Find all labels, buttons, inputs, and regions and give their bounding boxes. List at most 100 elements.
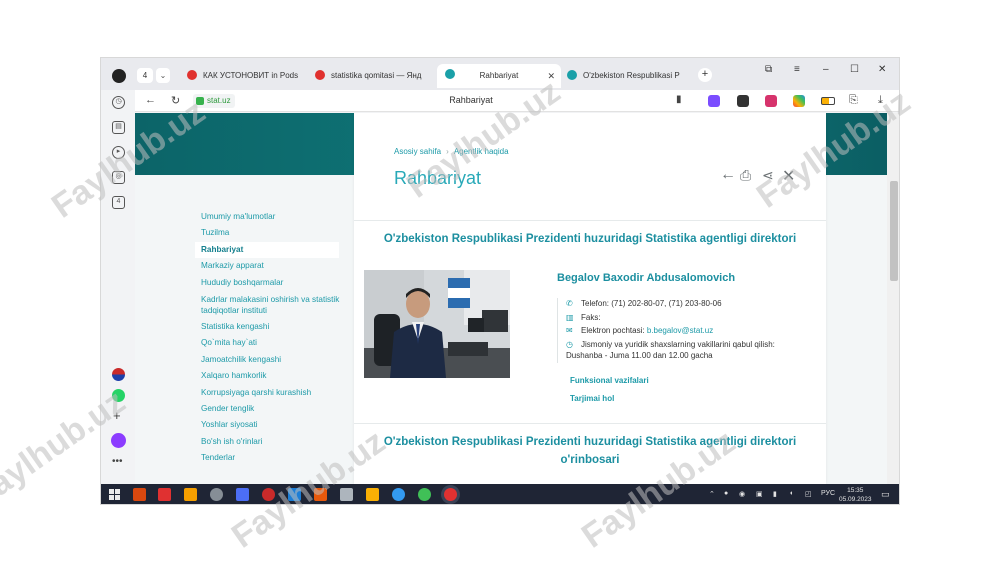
uk-flag-icon[interactable] [112,368,125,381]
screenshot-icon[interactable]: ⎘ [849,94,858,107]
menu-icon[interactable]: ≡ [794,64,800,75]
notifications-icon[interactable]: ▭ [881,489,890,500]
add-panel-plus-icon[interactable]: + [113,408,121,423]
app-icon-6[interactable] [262,488,275,501]
app-icon-1[interactable] [133,488,146,501]
language-indicator[interactable]: РУС [821,490,835,497]
nav-gender[interactable]: Gender tenglik [201,401,351,417]
stat-favicon-icon [567,69,577,80]
deputy-heading: O'zbekiston Respublikasi Prezidenti huzu… [383,436,797,466]
url-field[interactable]: stat.uz [193,94,235,108]
address-page-title: Rahbariyat [449,95,493,105]
app-icon-9[interactable] [340,488,353,501]
breadcrumb-agentlik[interactable]: Agentlik haqida [454,147,509,156]
battery-icon[interactable] [821,97,835,105]
tab-podskazka[interactable]: КАК УСТОНОВИТ in Pods [187,64,299,88]
collections-side-icon[interactable]: ▤ [112,121,125,134]
extension-purple-icon[interactable] [708,95,720,107]
microphone-icon[interactable]: ▮ [773,490,777,498]
reload-icon[interactable]: ↻ [171,94,180,107]
volume-icon[interactable]: ◖ [789,490,793,497]
screen-cast-icon[interactable]: ◎ [112,171,125,184]
collections-icon[interactable]: ⧉ [765,64,772,75]
address-bar: ← ↻ stat.uz Rahbariyat ▮ ⎘ ⤓ [101,90,899,112]
app-icon-4[interactable] [210,488,223,501]
back-arrow-icon[interactable]: ← [720,166,736,184]
word-icon[interactable] [288,488,301,501]
windows-start-icon[interactable] [109,489,120,500]
network-icon[interactable]: ◰ [805,490,812,498]
nav-tenderlar[interactable]: Tenderlar [201,450,351,466]
tab-count-badge[interactable]: 4 [137,68,153,83]
chrome-icon[interactable] [418,488,431,501]
email-row: ✉ Elektron pochtasi: b.begalov@stat.uz [566,326,714,335]
nav-markaziy-apparat[interactable]: Markaziy apparat [201,258,351,274]
reception-row: ◷ Jismoniy va yuridik shaxslarning vakill… [566,339,775,360]
bookmark-icon[interactable]: ▮ [676,94,682,105]
nav-rahbariyat[interactable]: Rahbariyat [195,241,339,259]
print-icon[interactable]: ⎙ [740,167,751,184]
whatsapp-icon[interactable] [112,389,125,402]
director-name: Begalov Baxodir Abdusalomovich [557,272,736,284]
extension-badge-icon[interactable] [765,95,777,107]
functional-duties-link[interactable]: Funksional vazifalari [570,376,649,385]
more-dots-icon[interactable]: ••• [112,456,123,467]
close-tab-icon[interactable]: ✕ [547,64,555,88]
nav-jamoatchilik[interactable]: Jamoatchilik kengashi [201,352,351,368]
director-photo [364,270,510,378]
powerpoint-icon[interactable] [314,488,327,501]
scrollbar-thumb[interactable] [890,181,898,281]
tray-app-icon[interactable]: ◉ [739,490,745,498]
new-tab-plus-icon[interactable]: + [698,68,712,82]
chevron-down-icon[interactable]: ⌄ [156,68,170,83]
close-icon[interactable]: ✕ [782,166,795,186]
extension-colorful-icon[interactable] [793,95,805,107]
back-arrow-icon[interactable]: ← [145,94,156,106]
history-icon[interactable]: ◷ [112,96,125,109]
app-icon-5[interactable] [236,488,249,501]
tray-app-icon[interactable]: ▣ [756,490,763,498]
extension-dots-icon[interactable] [737,95,749,107]
page-title: Rahbariyat [394,168,482,188]
minimize-icon[interactable]: – [823,64,829,75]
profile-avatar[interactable] [112,69,126,83]
email-link[interactable]: b.begalov@stat.uz [647,326,713,335]
share-icon[interactable]: ⋖ [762,167,774,184]
nav-korrupsiya[interactable]: Korrupsiyaga qarshi kurashish [201,385,351,401]
maximize-icon[interactable]: ☐ [850,64,859,75]
yandex-favicon-icon [315,69,325,80]
nav-qomita-hayati[interactable]: Qo`mita hay`ati [201,335,351,351]
tray-chevron-icon[interactable]: ⌃ [709,490,715,498]
system-clock[interactable]: 15:35 05.09.2023 [839,486,872,504]
yandex-browser-icon[interactable] [444,488,457,501]
play-icon[interactable]: ▸ [112,146,125,159]
director-heading: O'zbekiston Respublikasi Prezidenti huzu… [383,233,797,245]
tab-rahbariyat[interactable]: Rahbariyat ✕ [437,64,561,88]
nav-tuzilma[interactable]: Tuzilma [201,225,351,241]
nav-yoshlar[interactable]: Yoshlar siyosati [201,417,351,433]
tab-statistika-search[interactable]: statistika qomitasi — Янд [315,64,431,88]
download-icon[interactable]: ⤓ [878,94,883,107]
tab-uzbekiston[interactable]: O'zbekiston Respublikasi P [567,64,691,88]
yandex-favicon-icon [187,69,197,80]
nav-bosh-ish[interactable]: Bo'sh ish o'rinlari [201,434,351,450]
close-window-icon[interactable]: ✕ [878,64,886,75]
telegram-icon[interactable] [392,488,405,501]
fax-icon: ▥ [566,312,574,322]
browser-side-panel: ◷ ▤ ▸ ◎ 4 + ••• [101,90,135,484]
nav-hududiy[interactable]: Hududiy boshqarmalar [201,275,351,291]
biography-link[interactable]: Tarjimai hol [570,394,614,403]
alice-assistant-icon[interactable] [111,433,126,448]
nav-statistika-kengashi[interactable]: Statistika kengashi [201,319,351,335]
page-scrollbar[interactable] [887,113,899,484]
app-icon-2[interactable] [158,488,171,501]
breadcrumb-separator: › [446,147,449,156]
nav-xalqaro[interactable]: Xalqaro hamkorlik [201,368,351,384]
app-icon-3[interactable] [184,488,197,501]
nav-kadrlar-instituti[interactable]: Kadrlar malakasini oshirish va statistik… [201,291,351,319]
breadcrumb-home[interactable]: Asosiy sahifa [394,147,441,156]
folder-icon[interactable] [366,488,379,501]
tab-counter-icon[interactable]: 4 [112,196,125,209]
tray-app-icon[interactable]: ● [724,490,728,497]
nav-umumiy[interactable]: Umumiy ma'lumotlar [201,209,351,225]
